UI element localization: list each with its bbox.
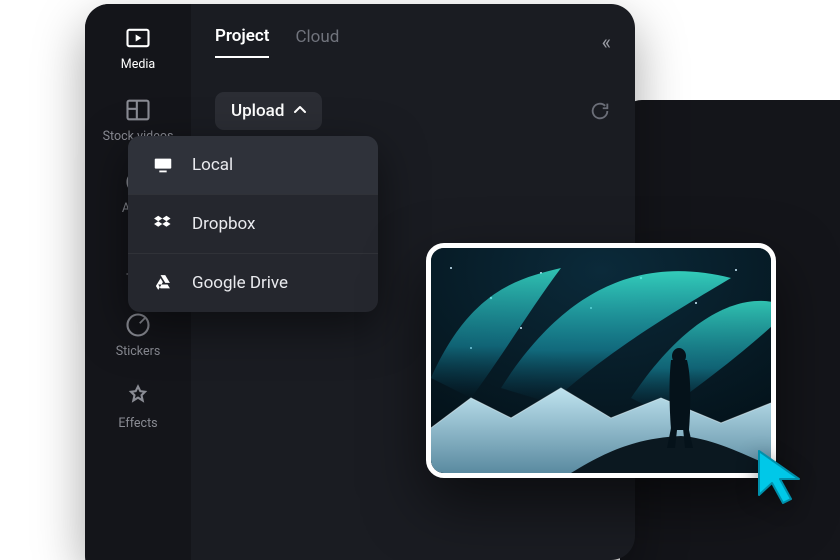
sidebar-item-label: Stickers (116, 345, 161, 359)
tabs: Project Cloud « (215, 26, 611, 58)
upload-menu: Local Dropbox Google Drive (128, 136, 378, 312)
sidebar-item-effects[interactable]: Effects (118, 383, 157, 431)
stickers-icon (124, 311, 152, 339)
upload-button[interactable]: Upload (215, 92, 322, 130)
upload-menu-item-label: Google Drive (192, 273, 288, 293)
media-thumbnail[interactable] (426, 243, 776, 478)
effects-icon (124, 383, 152, 411)
upload-menu-item-google-drive[interactable]: Google Drive (128, 253, 378, 312)
sidebar-item-stickers[interactable]: Stickers (116, 311, 161, 359)
tab-cloud[interactable]: Cloud (295, 27, 339, 57)
chevron-up-icon (294, 104, 306, 119)
stock-videos-icon (124, 96, 152, 124)
upload-menu-item-dropbox[interactable]: Dropbox (128, 194, 378, 253)
sidebar-item-media[interactable]: Media (121, 24, 155, 72)
dropbox-icon (152, 213, 174, 235)
sidebar-item-label: Effects (118, 417, 157, 431)
refresh-button[interactable] (589, 100, 611, 122)
upload-menu-item-local[interactable]: Local (128, 136, 378, 194)
sidebar-item-label: Media (121, 58, 155, 72)
monitor-icon (152, 154, 174, 176)
upload-menu-item-label: Local (192, 155, 233, 175)
upload-menu-item-label: Dropbox (192, 214, 256, 234)
collapse-button[interactable]: « (602, 32, 611, 52)
cursor-icon (755, 447, 805, 507)
google-drive-icon (152, 272, 174, 294)
upload-button-label: Upload (231, 101, 284, 121)
tab-project[interactable]: Project (215, 26, 269, 58)
media-icon (124, 24, 152, 52)
